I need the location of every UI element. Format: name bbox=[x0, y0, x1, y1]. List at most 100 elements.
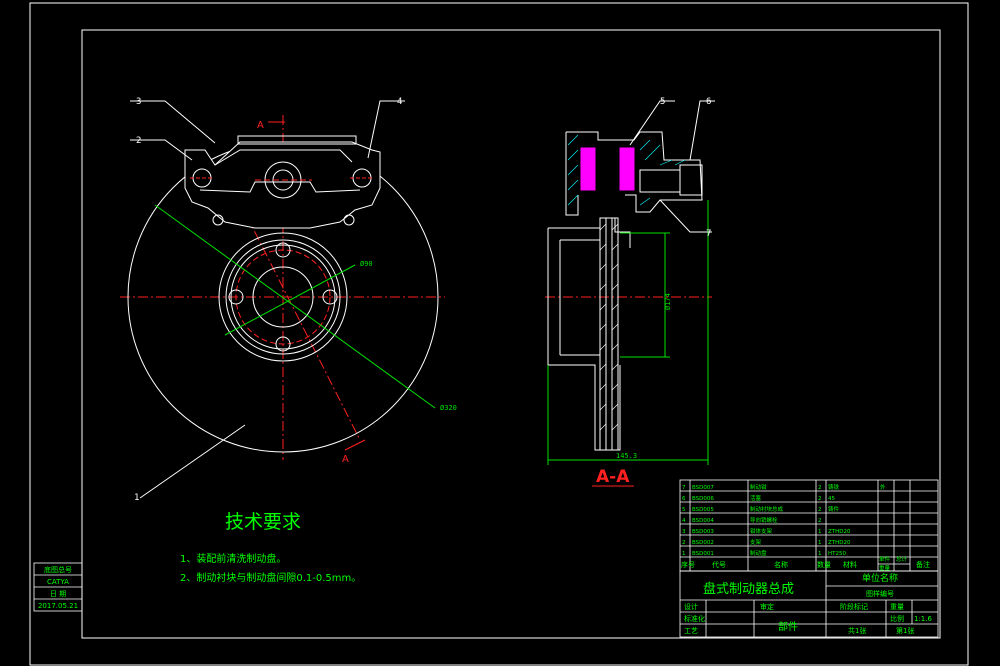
bom-cell-qty: 2 bbox=[818, 496, 822, 502]
bom-header-note: 备注 bbox=[916, 560, 930, 569]
bom-cell-name: 制动钳 bbox=[750, 483, 767, 491]
bom-cell-qty: 2 bbox=[818, 507, 822, 513]
bom-header-material: 材料 bbox=[843, 560, 857, 569]
bom-cell-no: 1 bbox=[682, 551, 686, 557]
section-title: A-A bbox=[596, 467, 630, 487]
scale-value: 1:1.6 bbox=[914, 615, 932, 623]
sheets-label: 共1张 bbox=[848, 626, 866, 635]
front-view bbox=[120, 100, 445, 499]
bom-cell-qty: 1 bbox=[818, 529, 822, 535]
side-stamp-row-2: CATYA bbox=[47, 578, 69, 586]
section-arrow-bottom bbox=[344, 439, 366, 451]
disc-hatch bbox=[599, 223, 619, 431]
side-stamp-row-1: 底图总号 bbox=[44, 565, 72, 574]
tb-label-process: 工艺 bbox=[684, 627, 698, 635]
stage-label: 阶段标记 bbox=[840, 602, 868, 611]
bom-header-no: 序号 bbox=[681, 560, 695, 569]
bom-cell-code: BSD003 bbox=[692, 529, 714, 535]
tb-label-approve: 审定 bbox=[760, 602, 774, 611]
caliper-section-left bbox=[565, 132, 579, 216]
tech-requirements-title: 技术要求 bbox=[225, 511, 301, 533]
bleed-nipple bbox=[679, 164, 703, 196]
tech-requirement-item-2: 2、制动衬块与制动盘间隙0.1-0.5mm。 bbox=[180, 571, 361, 584]
leader-label-5: 5 bbox=[660, 97, 665, 107]
bom-cell-code: BSD001 bbox=[692, 551, 714, 557]
leader-label-2: 2 bbox=[136, 136, 141, 146]
unit-name: 单位名称 bbox=[862, 572, 898, 584]
bom-headers: 序号 代号 名称 数量 材料 单件 总计 备注 重量 bbox=[681, 555, 930, 572]
bom-cell-material: ZTHD20 bbox=[828, 529, 851, 535]
bom-cell-no: 3 bbox=[682, 529, 686, 535]
bom-cell-name: 制动盘 bbox=[750, 549, 767, 557]
leader-label-4: 4 bbox=[397, 97, 402, 107]
drawing-no-label: 图样编号 bbox=[866, 589, 894, 598]
leader-line-3 bbox=[130, 100, 216, 144]
leader-label-3: 3 bbox=[136, 97, 141, 107]
leader-label-1: 1 bbox=[134, 493, 139, 503]
dim-inner-text: Ø90 bbox=[360, 260, 373, 268]
bom-cell-material: 铸件 bbox=[828, 505, 840, 513]
bom-header-qty: 数量 bbox=[817, 560, 831, 569]
leader-line-5 bbox=[629, 100, 675, 146]
side-stamp-text: 底图总号 CATYA 日 期 2017.05.21 bbox=[38, 565, 78, 610]
cad-drawing-canvas: 1 2 3 4 A A Ø90 Ø320 5 6 7 Ø174 145.3 A-… bbox=[29, 2, 969, 666]
leader-label-6: 6 bbox=[706, 97, 711, 107]
tb-label-design: 设计 bbox=[684, 602, 698, 611]
disc-rotor-right bbox=[611, 217, 619, 451]
bom-cell-material: 45 bbox=[828, 496, 835, 502]
bom-cell-name: 导向销螺栓 bbox=[750, 516, 778, 524]
bom-cell-no: 2 bbox=[682, 540, 686, 546]
dim-outer-text: Ø320 bbox=[440, 404, 457, 412]
bom-cell-code: BSD006 bbox=[692, 496, 714, 502]
section-mark-top: A bbox=[257, 120, 264, 131]
section-view bbox=[545, 100, 715, 465]
inner-drawing-frame bbox=[81, 29, 941, 639]
bom-cell-name: 制动衬块总成 bbox=[750, 505, 784, 513]
brake-pad-right bbox=[619, 147, 635, 191]
bom-cell-note: 外 bbox=[880, 483, 886, 491]
leader-line-1 bbox=[139, 424, 246, 499]
bom-cell-code: BSD002 bbox=[692, 540, 714, 546]
dim-inner-line bbox=[224, 264, 356, 336]
disc-profile-lower bbox=[548, 364, 621, 451]
bom-cell-code: BSD007 bbox=[692, 485, 714, 491]
bom-cell-no: 5 bbox=[682, 507, 686, 513]
disc-rotor-left bbox=[599, 217, 607, 451]
bom-cell-no: 4 bbox=[682, 518, 686, 524]
bom-cell-qty: 1 bbox=[818, 551, 822, 557]
bom-cell-code: BSD004 bbox=[692, 518, 714, 524]
leader-label-7: 7 bbox=[706, 229, 711, 239]
bom-cell-qty: 2 bbox=[818, 485, 822, 491]
dim-width-text: 145.3 bbox=[616, 452, 637, 460]
section-labels: 5 6 7 bbox=[660, 97, 711, 239]
bom-header-total: 总计 bbox=[896, 555, 908, 563]
leader-line-7 bbox=[659, 199, 712, 233]
leader-line-4 bbox=[367, 100, 405, 159]
tb-label-standard: 标准化 bbox=[684, 614, 705, 623]
bom-cell-no: 7 bbox=[682, 485, 686, 491]
bom-cell-name: 支架 bbox=[750, 538, 762, 546]
tech-requirement-item-1: 1、装配前清洗制动盘。 bbox=[180, 552, 286, 565]
weight-label: 重量 bbox=[890, 603, 904, 611]
bom-cell-qty: 2 bbox=[818, 518, 822, 524]
piston-section bbox=[639, 169, 681, 193]
title-block-text: 盘式制动器总成 单位名称 图样编号 设计 审定 标准化 工艺 审核 批准 部件 … bbox=[684, 572, 932, 635]
dim-vertical-text: Ø174 bbox=[664, 293, 672, 310]
bom-header-name: 名称 bbox=[774, 560, 788, 569]
bom-cell-qty: 1 bbox=[818, 540, 822, 546]
bom-cell-no: 6 bbox=[682, 496, 686, 502]
bom-cell-material: 铸铁 bbox=[828, 483, 840, 491]
bom-header-code: 代号 bbox=[712, 560, 726, 569]
dim-outer-line bbox=[154, 204, 436, 409]
mount-hole-right bbox=[343, 214, 355, 226]
side-stamp-row-3: 日 期 bbox=[50, 590, 66, 598]
brake-pad-left bbox=[580, 147, 596, 191]
leader-line-6 bbox=[689, 100, 715, 161]
side-stamp-row-4: 2017.05.21 bbox=[38, 602, 78, 610]
bom-cell-material: ZTHD20 bbox=[828, 540, 851, 546]
bom-cell-name: 钳体支架 bbox=[750, 527, 773, 535]
bom-cell-code: BSD005 bbox=[692, 507, 714, 513]
bom-cell-material: HT250 bbox=[828, 551, 846, 557]
drawing-name: 盘式制动器总成 bbox=[703, 581, 794, 597]
scale-label: 比例 bbox=[890, 614, 904, 623]
